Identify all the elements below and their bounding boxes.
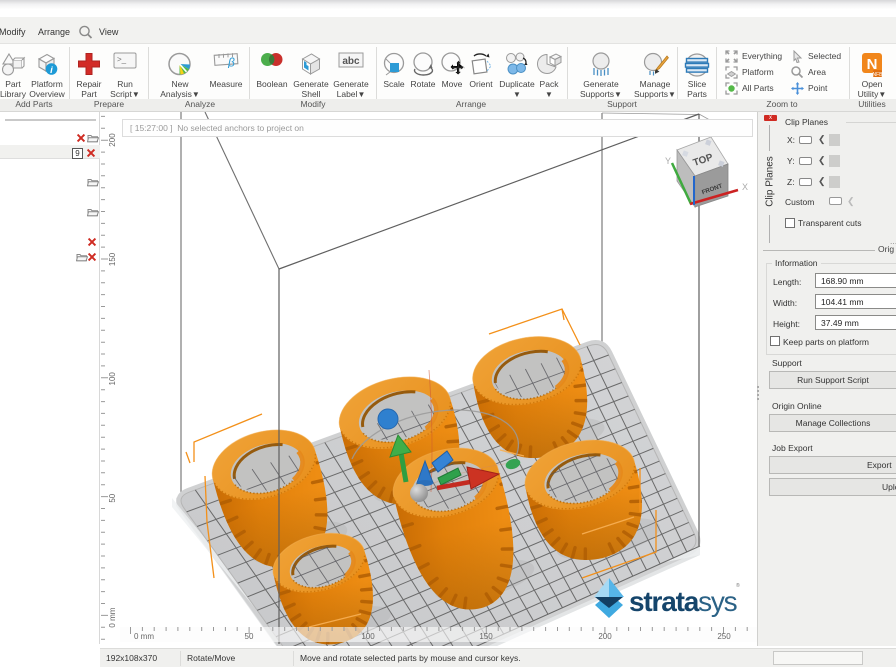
svg-text:>_: >_ [117,55,127,64]
svg-text:200: 200 [598,632,612,641]
svg-text:250: 250 [717,632,731,641]
svg-text:100: 100 [108,372,117,386]
svg-text:50: 50 [108,493,117,502]
svg-text:i: i [50,65,53,76]
svg-text:abc: abc [342,56,360,67]
svg-text:X: X [742,182,748,192]
svg-text:NFB: NFB [873,72,884,78]
svg-text:200: 200 [108,133,117,147]
svg-text:150: 150 [479,632,493,641]
svg-text:β: β [227,56,235,69]
svg-text:N: N [867,56,878,73]
svg-text:stratasys: stratasys [629,586,737,617]
svg-text:50: 50 [245,632,254,641]
svg-text:®: ® [736,582,740,589]
svg-text:Y: Y [665,156,671,166]
svg-text:0 mm: 0 mm [108,607,117,627]
svg-text:150: 150 [108,252,117,266]
svg-text:100: 100 [361,632,375,641]
svg-text:0 mm: 0 mm [134,632,154,641]
